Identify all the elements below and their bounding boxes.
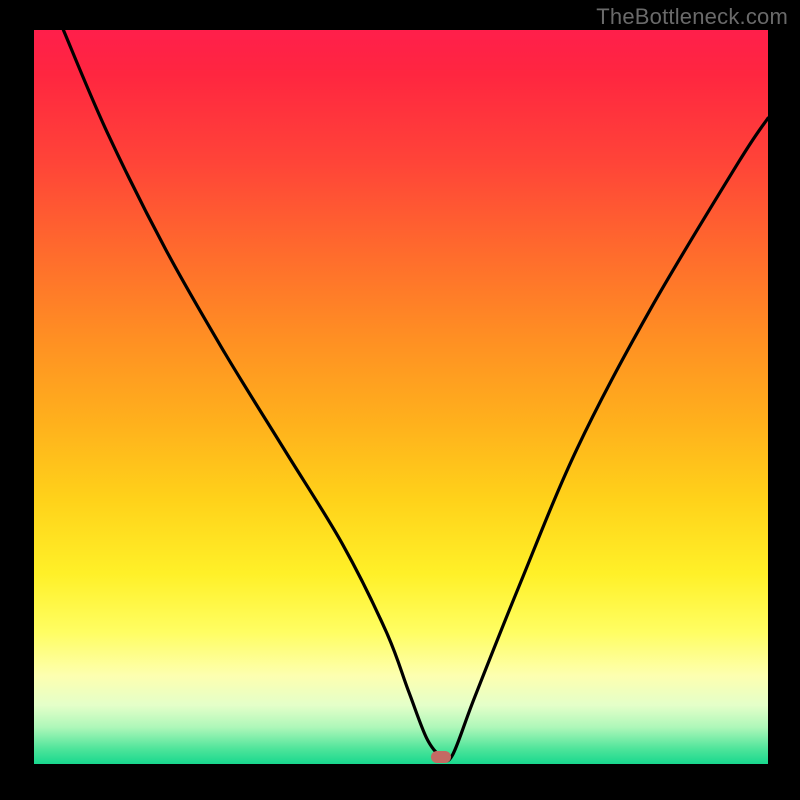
watermark-text: TheBottleneck.com bbox=[596, 4, 788, 30]
bottleneck-curve bbox=[34, 30, 768, 764]
chart-frame: TheBottleneck.com bbox=[0, 0, 800, 800]
plot-area bbox=[34, 30, 768, 764]
valley-marker bbox=[431, 751, 451, 763]
